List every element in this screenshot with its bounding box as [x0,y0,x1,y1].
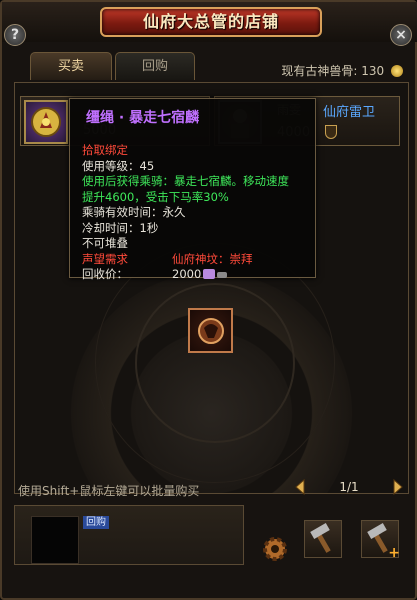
item-tooltip: 缰绳 · 暴走七宿麟 拾取绑定 使用等级：45 使用后获得乘骑：暴走七宿麟。移动… [69,98,316,281]
plus-icon: + [388,545,400,561]
help-button[interactable]: ? [4,24,26,46]
decorative-ring-inner [135,283,295,443]
requirement-label: 声望需求 [82,251,128,266]
close-icon: × [395,27,407,43]
tooltip-cooldown: 冷却时间：1秒 [82,220,159,235]
title-plate: 仙府大总管的店铺 [100,7,322,37]
repair-all-button[interactable]: + [361,520,400,561]
mount-reins-icon[interactable] [24,100,68,144]
shield-coin-icon [325,125,337,139]
pager: 1/1 [294,476,404,498]
emblem-icon [197,318,224,344]
repair-button[interactable] [304,520,342,558]
tooltip-title: 缰绳 · 暴走七宿麟 [86,110,200,126]
bind-currency-icon [217,272,228,278]
currency-label: 现有古神兽骨: [281,64,358,78]
tab-buy-sell[interactable]: 买卖 [30,52,112,80]
close-button[interactable]: × [390,24,412,46]
beast-bone-icon [391,65,403,77]
sell-price-label: 回收价： [82,267,128,281]
tab-buyback[interactable]: 回购 [115,52,195,80]
tooltip-duration: 乘骑有效时间：永久 [82,205,186,219]
currency-value: 130 [361,64,385,78]
requirement-value: 仙府神坟：崇拜 [172,251,253,266]
tooltip-effect-2: 提升4600，受击下马率30% [82,189,229,204]
tooltip-bind: 拾取绑定 [82,143,128,157]
tooltip-sell-price: 回收价： 2000 [82,267,315,283]
buyback-area: 回购 [14,505,244,565]
buyback-slot[interactable] [31,516,79,564]
next-page-arrow-icon[interactable] [386,478,404,496]
shop-emblem-slot[interactable] [188,308,233,353]
hammer-icon [310,523,331,553]
batch-buy-hint: 使用Shift+鼠标左键可以批量购买 [18,484,200,498]
currency-icon [203,269,216,279]
currency-display: 现有古神兽骨: 130 [281,62,403,79]
sell-price-value-wrap: 2000 [172,267,228,283]
title-bar: 仙府大总管的店铺 [2,2,417,42]
window-title: 仙府大总管的店铺 [142,12,279,31]
gear-icon[interactable] [261,535,289,563]
buyback-badge: 回购 [83,516,109,529]
item-name: 仙府雷卫 [323,105,376,120]
shop-window: 仙府大总管的店铺 ? × 买卖 回购 现有古神兽骨: 130 5000 [0,0,417,600]
tooltip-effect-1: 使用后获得乘骑：暴走七宿麟。移动速度 [82,174,289,188]
tooltip-requirement: 声望需求 仙府神坟：崇拜 [82,252,315,268]
sell-price-value: 2000 [172,267,202,281]
tooltip-stack: 不可堆叠 [82,236,128,250]
tooltip-level: 使用等级：45 [82,158,155,173]
